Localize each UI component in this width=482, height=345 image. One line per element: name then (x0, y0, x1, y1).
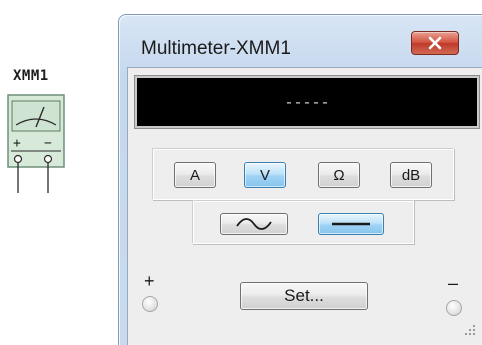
multimeter-symbol[interactable]: + − (6, 93, 86, 203)
symbol-minus-label: − (44, 136, 52, 151)
multimeter-window: Multimeter-XMM1 ----- A V Ω dB + Set... … (118, 14, 482, 345)
close-x-icon (428, 36, 442, 50)
multimeter-panel: ----- A V Ω dB + Set... – (127, 67, 482, 345)
reading-display: ----- (134, 75, 480, 129)
ac-sine-wave-icon (236, 218, 272, 230)
resize-grip-icon[interactable] (458, 318, 478, 338)
reading-value: ----- (284, 94, 330, 112)
positive-terminal-label: + (144, 271, 155, 291)
negative-terminal-label: – (448, 273, 459, 293)
positive-terminal[interactable] (142, 296, 158, 312)
symbol-plus-label: + (13, 136, 21, 151)
dc-mode-button[interactable] (318, 213, 384, 235)
ammeter-mode-button[interactable]: A (174, 162, 216, 188)
dc-line-icon (332, 222, 370, 226)
ohmmeter-mode-button[interactable]: Ω (318, 162, 360, 188)
close-button[interactable] (411, 31, 459, 55)
ac-mode-button[interactable] (220, 213, 288, 235)
negative-terminal[interactable] (446, 300, 462, 316)
voltmeter-mode-button[interactable]: V (244, 162, 286, 188)
set-button[interactable]: Set... (240, 282, 368, 310)
instrument-reference-label: XMM1 (13, 68, 49, 84)
window-title: Multimeter-XMM1 (141, 38, 291, 59)
decibel-mode-button[interactable]: dB (390, 162, 432, 188)
workspace: XMM1 + − Multimeter-XMM1 ----- A V Ω dB … (0, 0, 482, 345)
